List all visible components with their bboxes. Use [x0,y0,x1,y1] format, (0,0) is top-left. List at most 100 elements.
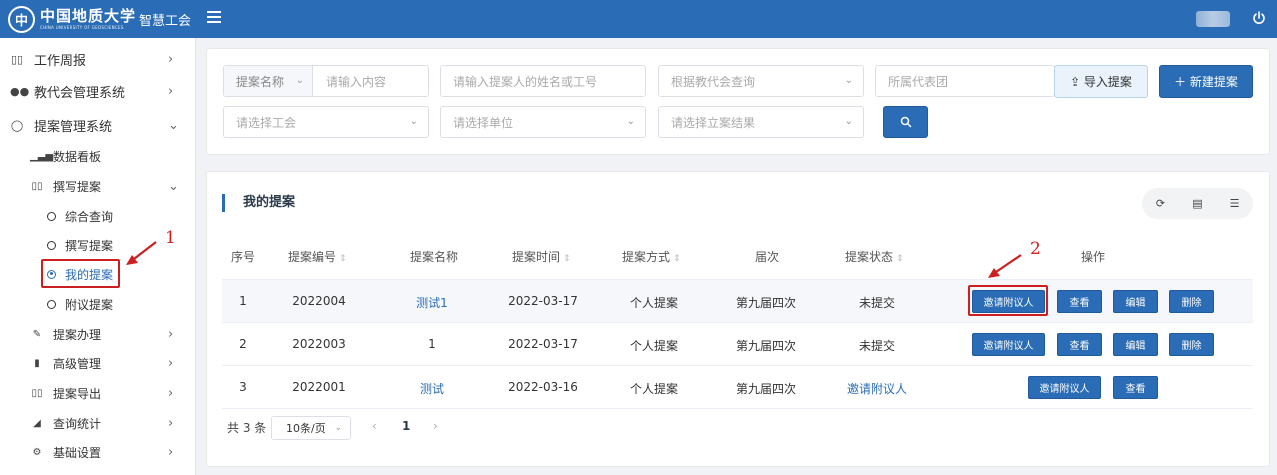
avatar[interactable] [1196,11,1230,27]
next-page-button[interactable]: › [433,419,438,433]
chevron-right-icon: › [168,326,174,342]
sidebar-item-congress[interactable]: ●● 教代会管理系统 › [0,80,196,102]
book-icon: ▯▯ [31,180,43,192]
cell-status: 邀请附议人 [846,382,908,396]
cell-mode: 个人提案 [629,339,679,353]
sidebar-item-write-proposal[interactable]: ▯▯ 撰写提案 ⌄ [0,176,196,196]
cell-no: 2 [239,337,247,351]
menu-icon[interactable] [207,11,221,25]
cell-name-link[interactable]: 测试 [420,380,444,397]
cell-status: 未提交 [858,296,896,310]
page-number-current[interactable]: 1 [402,419,410,433]
sidebar-item-statistics[interactable]: ◢ 查询统计 › [0,413,196,433]
sidebar-item-label: 查询统计 [53,416,102,431]
chevron-down-icon: ⌄ [626,116,635,127]
cell-status: 未提交 [858,339,896,353]
top-header: 中 中国地质大学 CHINA UNIVERSITY OF GEOSCIENCES… [0,0,1277,38]
chevron-down-icon: ⌄ [409,116,418,127]
power-icon[interactable] [1252,11,1266,25]
union-select[interactable]: 请选择工会 ⌄ [223,106,429,138]
cell-name-link[interactable]: 测试1 [416,294,448,311]
import-proposal-button[interactable]: ⇪ 导入提案 [1054,65,1148,98]
view-button[interactable]: 查看 [1057,290,1102,313]
delete-button[interactable]: 删除 [1169,333,1214,356]
delegation-input[interactable]: 所属代表团 [875,65,1055,97]
new-proposal-button[interactable]: ＋ 新建提案 [1159,65,1253,98]
sidebar-item-weekly-report[interactable]: ▯▯ 工作周报 › [0,48,196,70]
sort-icon: ⇕ [673,254,681,264]
cell-code: 2022003 [292,337,346,351]
app-name: 智慧工会 [139,13,192,29]
th-mode[interactable]: 提案方式 ⇕ [622,248,681,265]
invite-seconder-button[interactable]: 邀请附议人 [972,333,1045,356]
columns-icon[interactable]: ▤ [1179,197,1216,210]
sidebar-item-label: 提案办理 [53,327,102,342]
sidebar-item-label: 高级管理 [53,356,102,371]
th-actions: 操作 [1081,250,1106,264]
th-time[interactable]: 提案时间 ⇕ [512,248,571,265]
filter-icon[interactable]: ☰ [1216,197,1253,210]
th-status[interactable]: 提案状态 ⇕ [845,248,904,265]
view-button[interactable]: 查看 [1057,333,1102,356]
sidebar-item-label: 教代会管理系统 [34,85,126,101]
cell-session: 第九届四次 [735,296,797,310]
book-icon: ▯▯ [10,52,24,66]
sidebar: ▯▯ 工作周报 › ●● 教代会管理系统 › ◯ 提案管理系统 ⌄ ▁▃▅ 数据… [0,38,196,475]
result-select[interactable]: 请选择立案结果 ⌄ [658,106,864,138]
chevron-right-icon: › [168,385,174,401]
sidebar-item-label: 撰写提案 [53,179,102,194]
prev-page-button[interactable]: ‹ [372,419,377,433]
table-row: 2 2022003 1 2022-03-17 个人提案 第九届四次 未提交 邀请… [222,323,1253,366]
logo-main-text: 中国地质大学 [40,7,137,25]
search-field-select[interactable]: 提案名称 ⌄ [224,66,313,96]
unit-select[interactable]: 请选择单位 ⌄ [440,106,646,138]
th-code[interactable]: 提案编号 ⇕ [288,248,347,265]
delete-button[interactable]: 删除 [1169,290,1214,313]
sidebar-item-dashboard[interactable]: ▁▃▅ 数据看板 [0,146,196,166]
cell-session: 第九届四次 [735,382,797,396]
sidebar-item-label: 基础设置 [53,445,102,460]
total-count: 共 3 条 [227,421,267,435]
page-size-select[interactable]: 10条/页 ⌄ [271,416,351,440]
search-button[interactable] [883,106,928,138]
sidebar-item-settings[interactable]: ⚙ 基础设置 › [0,442,196,462]
area-chart-icon: ◢ [33,417,41,429]
th-no: 序号 [231,250,256,264]
gear-icon: ⚙ [32,446,42,458]
chevron-right-icon: › [168,355,174,371]
annotation-number-1: 1 [165,228,176,248]
table-row: 1 2022004 测试1 2022-03-17 个人提案 第九届四次 未提交 … [222,280,1253,323]
view-button[interactable]: 查看 [1113,376,1158,399]
result-select-placeholder: 请选择立案结果 [671,115,756,130]
refresh-icon[interactable]: ⟳ [1142,197,1179,210]
chevron-right-icon: › [168,83,174,99]
sidebar-item-proposal-system[interactable]: ◯ 提案管理系统 ⌄ [0,114,196,136]
person-input[interactable]: 请输入提案人的姓名或工号 [440,65,646,97]
cell-mode: 个人提案 [629,296,679,310]
logo-seal-icon: 中 [8,5,35,33]
sidebar-item-label: 提案导出 [53,386,102,401]
sidebar-item-export[interactable]: ▯▯ 提案导出 › [0,383,196,403]
sidebar-leaf-label: 附议提案 [65,297,114,312]
sidebar-item-advanced[interactable]: ▮ 高级管理 › [0,353,196,373]
edit-button[interactable]: 编辑 [1113,333,1158,356]
sidebar-leaf-query[interactable]: 综合查询 [0,206,196,226]
book-icon: ▯▯ [31,387,43,399]
sidebar-leaf-seconded[interactable]: 附议提案 [0,294,196,314]
page-size-value: 10条/页 [286,422,326,435]
proposal-name-search[interactable]: 提案名称 ⌄ 请输入内容 [223,65,429,97]
edit-button[interactable]: 编辑 [1113,290,1158,313]
university-logo[interactable]: 中 中国地质大学 CHINA UNIVERSITY OF GEOSCIENCES… [8,5,191,33]
congress-select[interactable]: 根据教代会查询 ⌄ [658,65,864,97]
sidebar-leaf-label: 撰写提案 [65,238,114,253]
cell-name-link[interactable]: 1 [428,337,436,351]
edit-icon: ✎ [32,328,42,340]
cell-code: 2022001 [292,380,346,394]
invite-seconder-button[interactable]: 邀请附议人 [1028,376,1101,399]
search-field-label: 提案名称 [236,74,285,89]
annotation-arrow-2 [988,254,1022,278]
sidebar-item-handle[interactable]: ✎ 提案办理 › [0,324,196,344]
cell-mode: 个人提案 [629,382,679,396]
chevron-down-icon: ⌄ [168,178,179,194]
cell-time: 2022-03-17 [508,294,578,308]
